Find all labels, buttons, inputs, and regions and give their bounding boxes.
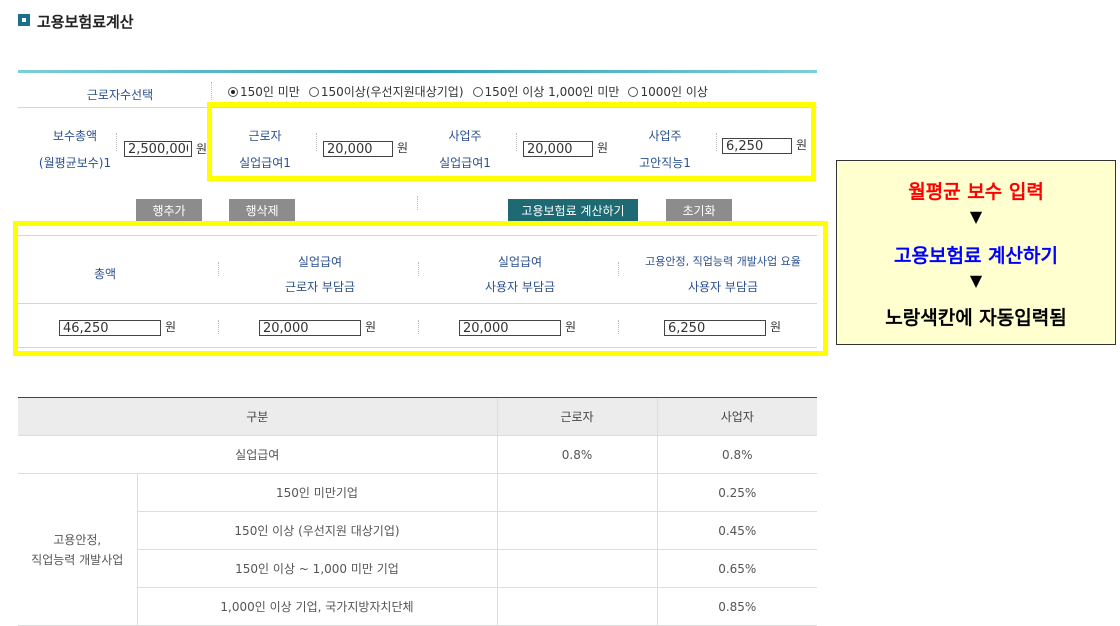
table-row: 실업급여 0.8% 0.8% bbox=[18, 435, 817, 474]
row-worker-rate bbox=[496, 587, 657, 626]
row-label: 150인 이상 (우선지원 대상기업) bbox=[136, 511, 497, 550]
row-worker-rate: 0.8% bbox=[496, 435, 657, 474]
calculate-button[interactable]: 고용보험료 계산하기 bbox=[508, 199, 638, 221]
radio-over-1000[interactable]: 1000인 이상 bbox=[628, 83, 708, 100]
down-arrow-icon: ▼ bbox=[969, 271, 983, 290]
title-square-icon bbox=[18, 14, 30, 26]
table-row: 150인 이상 ~ 1,000 미만 기업 0.65% bbox=[18, 549, 817, 588]
radio-icon[interactable] bbox=[628, 86, 639, 97]
radio-selected-icon[interactable] bbox=[228, 86, 238, 97]
row-employer-rate: 0.45% bbox=[656, 511, 817, 550]
row-employer-rate: 0.8% bbox=[656, 435, 817, 474]
header-category: 구분 bbox=[18, 397, 497, 436]
worker-count-label: 근로자수선택 bbox=[86, 88, 154, 102]
rate-table: 구분 근로자 사업자 실업급여 0.8% 0.8% 고용안정, 직업능력 개발사… bbox=[18, 397, 817, 626]
divider bbox=[116, 133, 117, 151]
row-label: 150인 미만기업 bbox=[136, 473, 497, 512]
group-label: 고용안정, 직업능력 개발사업 bbox=[18, 473, 137, 626]
worker-count-radio-group: 150인 미만 150이상(우선지원대상기업) 150인 이상 1,000인 미… bbox=[228, 83, 708, 100]
row-label: 150인 이상 ~ 1,000 미만 기업 bbox=[136, 549, 497, 588]
radio-under-150[interactable]: 150인 미만 bbox=[228, 83, 300, 100]
salary-unit: 원 bbox=[196, 142, 208, 156]
note-step-3: 노랑색칸에 자동입력됨 bbox=[885, 307, 1067, 329]
row-label: 1,000인 이상 기업, 국가지방자치단체 bbox=[136, 587, 497, 626]
reset-button[interactable]: 초기화 bbox=[666, 199, 732, 221]
radio-icon[interactable] bbox=[308, 86, 319, 97]
table-row: 1,000인 이상 기업, 국가지방자치단체 0.85% bbox=[18, 587, 817, 626]
table-header-row: 구분 근로자 사업자 bbox=[18, 397, 817, 436]
row-employer-rate: 0.25% bbox=[656, 473, 817, 512]
row-worker-rate bbox=[496, 511, 657, 550]
radio-icon[interactable] bbox=[472, 86, 483, 97]
header-employer: 사업자 bbox=[656, 397, 817, 436]
add-row-button[interactable]: 행추가 bbox=[136, 199, 202, 221]
instruction-note: 월평균 보수 입력 ▼ 고용보험료 계산하기 ▼ 노랑색칸에 자동입력됨 bbox=[836, 160, 1116, 345]
highlight-box-input-fields bbox=[207, 102, 816, 181]
table-row: 고용안정, 직업능력 개발사업 150인 미만기업 0.25% bbox=[18, 473, 817, 626]
row-employer-rate: 0.65% bbox=[656, 549, 817, 588]
row-employer-rate: 0.85% bbox=[656, 587, 817, 626]
down-arrow-icon: ▼ bbox=[969, 207, 983, 226]
salary-input[interactable] bbox=[124, 141, 192, 157]
note-step-1: 월평균 보수 입력 bbox=[908, 181, 1044, 203]
divider bbox=[417, 196, 418, 210]
divider bbox=[211, 82, 212, 100]
radio-150-priority[interactable]: 150이상(우선지원대상기업) bbox=[308, 83, 464, 100]
radio-150-to-1000[interactable]: 150인 이상 1,000인 미만 bbox=[472, 83, 619, 100]
header-worker: 근로자 bbox=[496, 397, 657, 436]
highlight-box-result bbox=[13, 221, 828, 356]
row-label: 실업급여 bbox=[18, 435, 497, 474]
row-worker-rate bbox=[496, 473, 657, 512]
row-worker-rate bbox=[496, 549, 657, 588]
delete-row-button[interactable]: 행삭제 bbox=[229, 199, 295, 221]
page-title: 고용보험료계산 bbox=[37, 13, 134, 31]
table-row: 150인 이상 (우선지원 대상기업) 0.45% bbox=[18, 511, 817, 550]
note-step-2: 고용보험료 계산하기 bbox=[894, 245, 1058, 267]
top-divider bbox=[18, 70, 817, 73]
salary-label: 보수총액 (월평균보수)1 bbox=[38, 129, 112, 170]
